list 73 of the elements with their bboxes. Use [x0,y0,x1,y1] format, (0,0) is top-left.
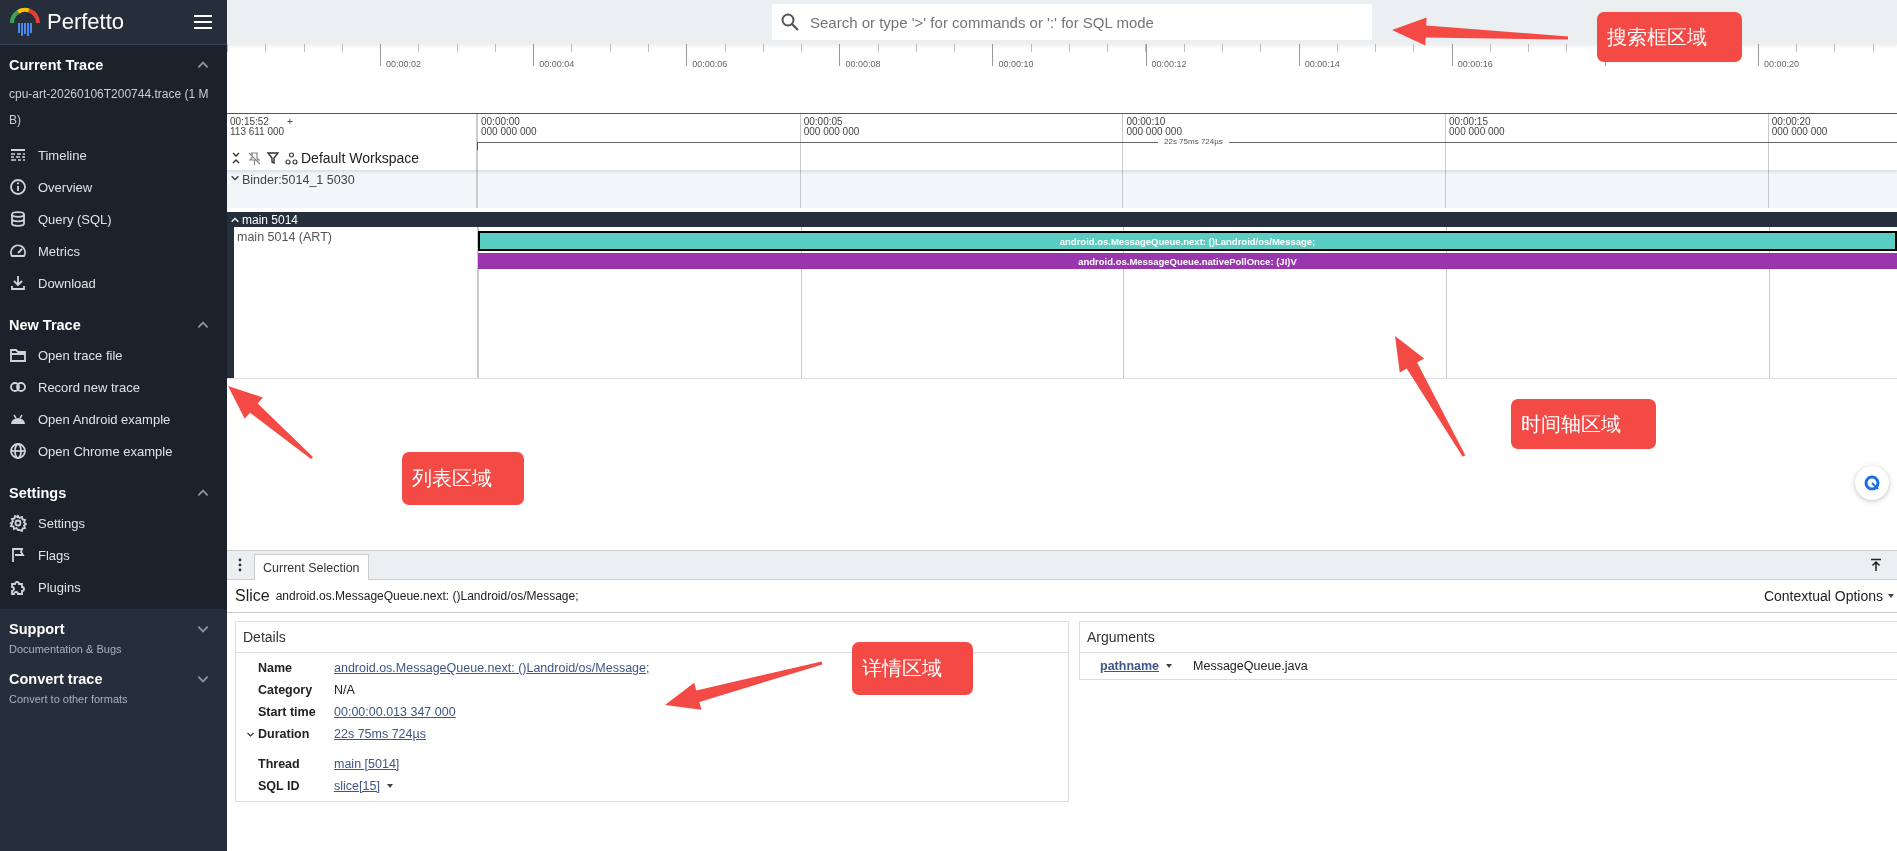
tick-label: 00:00:14 [1304,59,1340,69]
tick-subtime: 000 000 000 [1449,127,1506,137]
field-link[interactable]: 00:00:00.013 347 000 [334,705,456,719]
origin-time: 00:15:52 [230,117,269,127]
search-field[interactable]: Search or type '>' for commands or ':' for SQL mode [772,4,1372,40]
sidebar-item[interactable]: Open trace file [0,339,227,371]
selection-type: Slice [235,587,270,605]
annotation-label: 时间轴区域 [1511,399,1656,449]
section-subtitle: Convert to other formats [8,693,129,707]
tick-label: 00:00:16 [1457,59,1493,69]
sidebar-item[interactable]: Open Chrome example [0,435,227,467]
argument-key-link[interactable]: pathname [1100,659,1160,673]
sidebar-item[interactable]: Flags [0,539,227,571]
section-title[interactable]: New Trace [9,317,81,333]
tick-label: 00:00:02 [386,59,422,69]
tick-subtime: 000 000 000 [803,127,861,137]
sidebar-item[interactable]: Open Android example [0,403,227,435]
field-link[interactable]: main [5014] [334,757,400,771]
sidebar-item[interactable]: Overview [0,171,227,203]
field-value: N/A [334,683,355,697]
field-label: Name [258,661,293,675]
tick-label: 00:00:12 [1151,59,1187,69]
tick-label: 00:00:10 [998,59,1034,69]
field-label: Duration [258,727,310,741]
tick-subtime: 000 000 000 [1771,127,1829,137]
tick-label: 00:00:06 [692,59,728,69]
sidebar-item[interactable]: Metrics [0,235,227,267]
field-link[interactable]: 22s 75ms 724µs [334,727,426,741]
tick-subtime: 000 000 000 [1126,127,1183,137]
tick-time: 00:00:10 [1126,117,1167,127]
sidebar-item[interactable]: Settings [0,507,227,539]
annotation-label: 详情区域 [852,642,973,695]
field-label: Category [258,683,313,697]
annotation-label: 搜索框区域 [1597,12,1742,62]
field-label: Start time [258,705,316,719]
trace-file-name: cpu-art-20260106T200744.trace (1 MB) [8,86,210,129]
sidebar-item[interactable]: Record new trace [0,371,227,403]
argument-value: MessageQueue.java [1193,659,1308,673]
section-title[interactable]: Support [9,621,65,637]
sidebar-item[interactable]: Plugins [0,571,227,603]
field-link[interactable]: slice[15] [334,779,380,793]
field-label: SQL ID [258,779,300,793]
plus-sign: + [286,117,293,127]
section-title[interactable]: Current Trace [9,57,104,73]
section-title[interactable]: Settings [9,485,67,501]
tick-label: 00:00:04 [539,59,575,69]
sidebar-item[interactable]: Query (SQL) [0,203,227,235]
section-title[interactable]: Convert trace [9,671,103,687]
card-title: Arguments [1080,622,1897,653]
origin-offset: 113 611 000 [230,127,286,137]
field-link[interactable]: android.os.MessageQueue.next: ()Landroid/os/Message; [334,661,650,675]
track-group-header[interactable]: main 5014 [227,212,1897,227]
section-subtitle: Documentation & Bugs [8,643,123,657]
duration-label: 22s 75ms 724µs [1158,137,1229,146]
selection-name: android.os.MessageQueue.next: ()Landroid/os/Message; [275,589,579,603]
slice[interactable]: android.os.MessageQueue.nativePollOnce: (JI)V [478,253,1897,269]
field-label: Thread [258,757,300,771]
sidebar-item[interactable]: Timeline [0,139,227,171]
tick-time: 00:00:15 [1449,117,1489,127]
tick-subtime: 000 000 000 [481,127,538,137]
tick-time: 00:00:00 [481,117,521,127]
tick-time: 00:00:05 [803,117,844,127]
annotation-label: 列表区域 [402,452,524,505]
tick-label: 00:00:20 [1763,59,1799,69]
track-label[interactable]: Binder:5014_1 5030 [227,170,477,208]
tick-time: 00:00:20 [1771,117,1812,127]
tab[interactable]: Current Selection [254,554,369,580]
track-label[interactable]: main 5014 (ART) [234,227,477,378]
contextual-options-button[interactable]: Contextual Options [1763,588,1895,604]
sidebar-item[interactable]: Download [0,267,227,299]
brand-name: Perfetto [47,9,126,35]
tick-label: 00:00:08 [845,59,881,69]
workspace-name[interactable]: Default Workspace [301,150,419,166]
